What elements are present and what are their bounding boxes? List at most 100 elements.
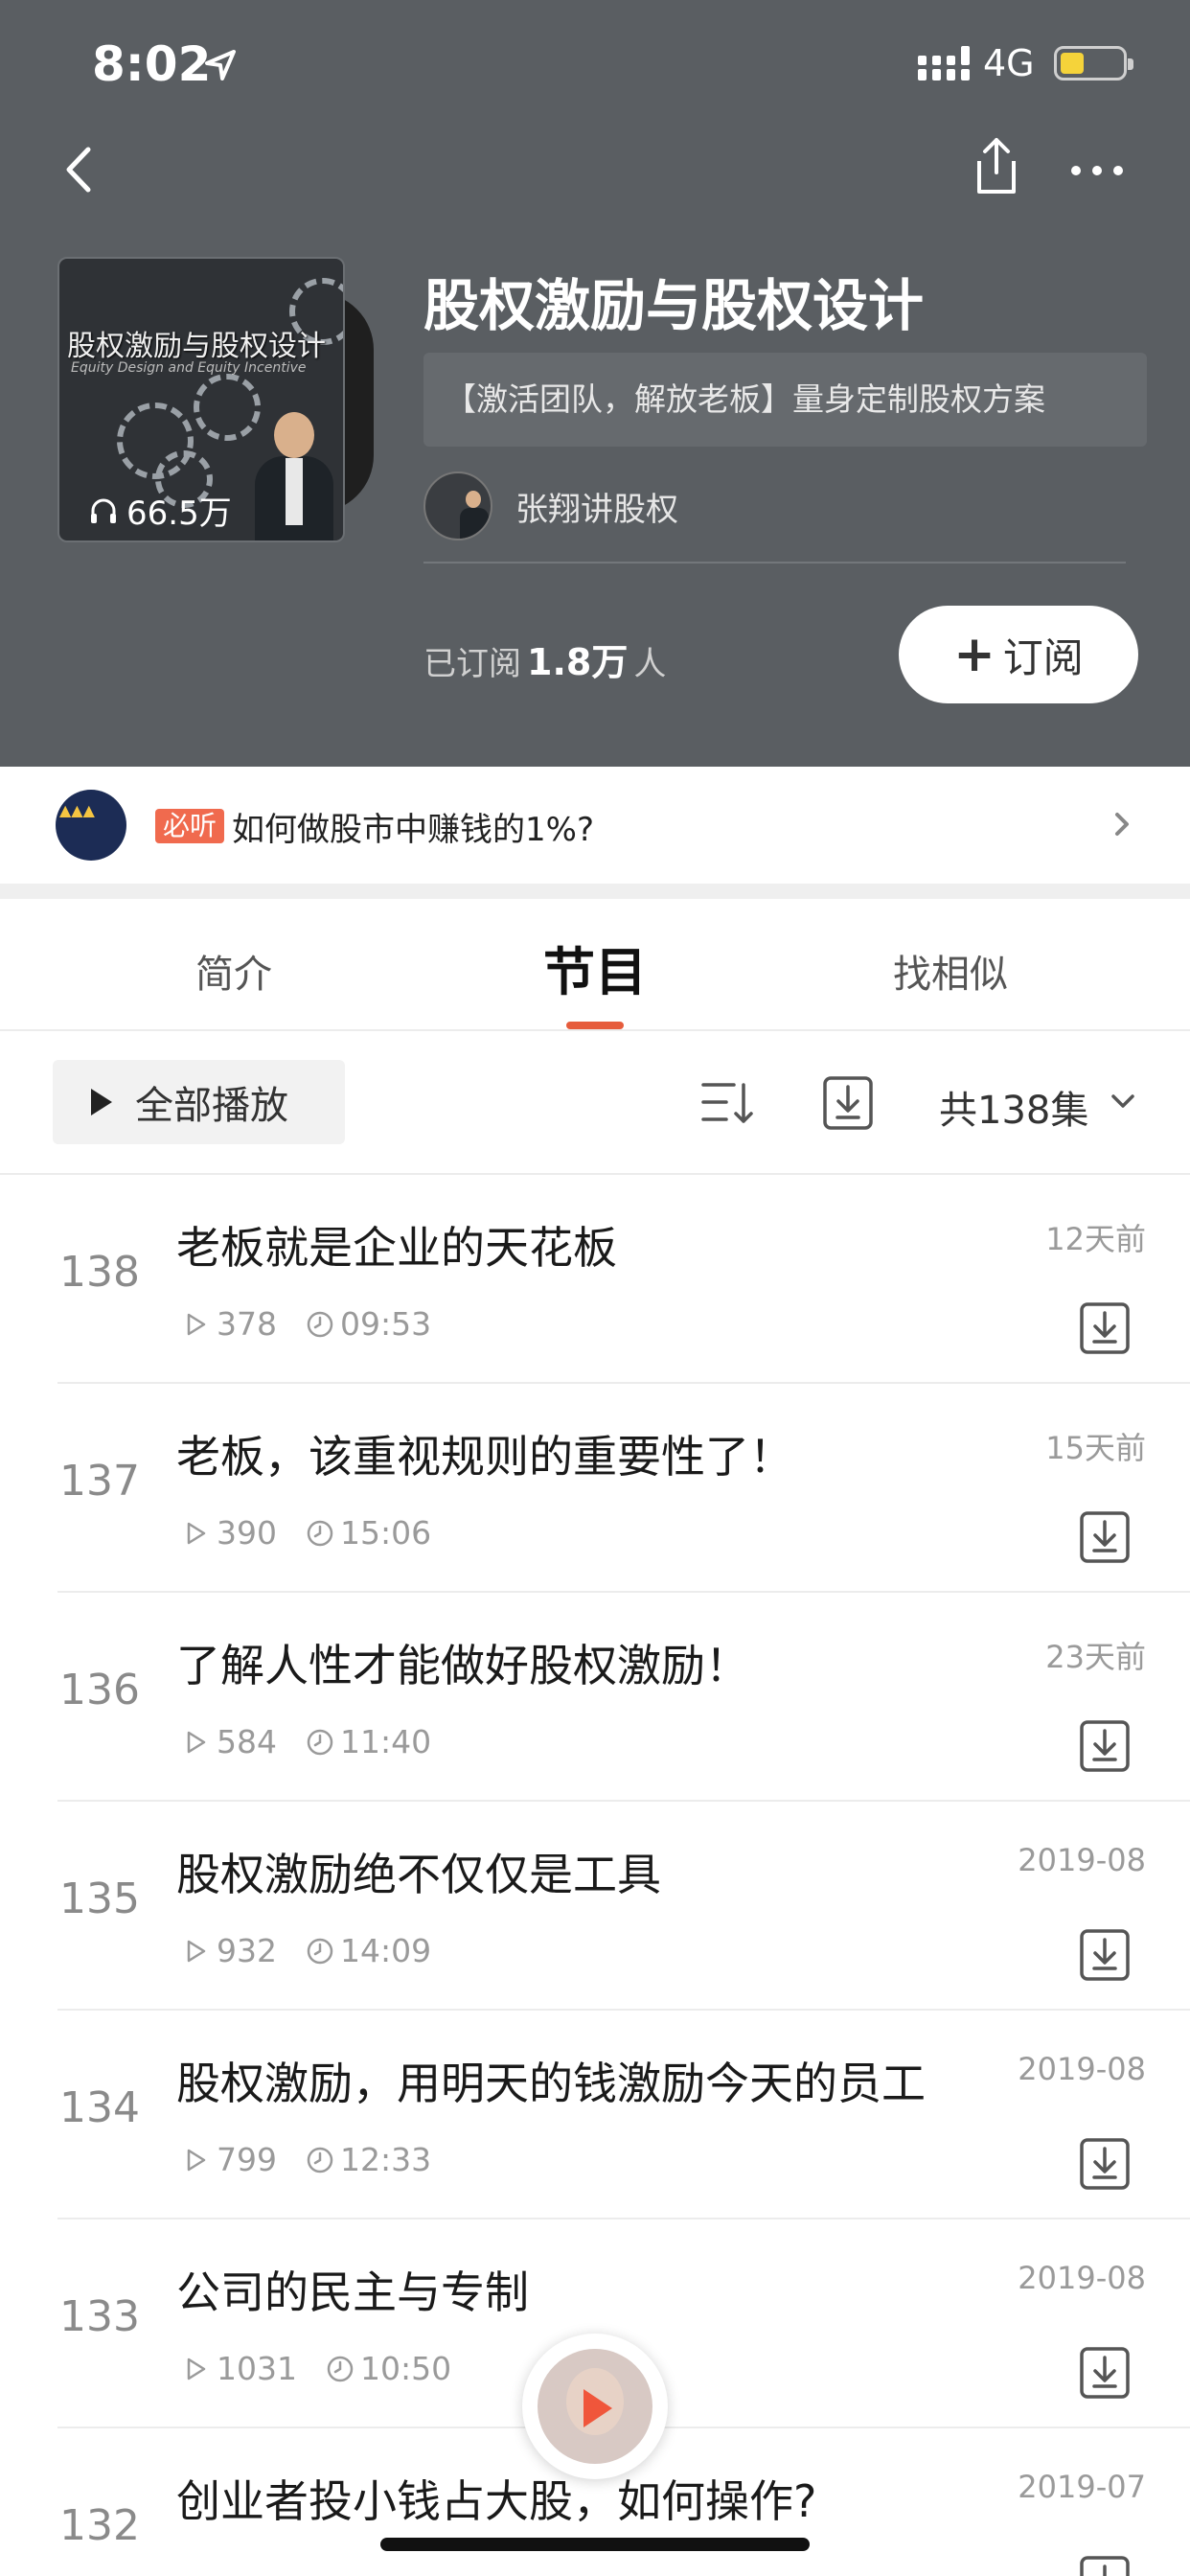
episode-date: 2019-07 xyxy=(1018,2469,1146,2505)
subscriber-suffix: 人 xyxy=(633,645,667,683)
status-time: 8:02 xyxy=(92,36,212,92)
episode-meta: 584 11:40 xyxy=(186,1723,431,1760)
promo-text: 如何做股市中赚钱的1%? xyxy=(232,811,594,849)
list-item[interactable]: 137 老板，该重视规则的重要性了！ 15天前 390 15:06 xyxy=(0,1384,1190,1593)
episode-duration: 12:33 xyxy=(340,2141,432,2178)
episode-meta: 932 14:09 xyxy=(186,1932,431,1969)
cover-title: 股权激励与股权设计 xyxy=(67,330,326,363)
episode-date: 2019-08 xyxy=(1018,2051,1146,2087)
download-icon[interactable] xyxy=(1079,2555,1131,2576)
episode-number: 132 xyxy=(59,2501,140,2550)
episode-date: 23天前 xyxy=(1045,1639,1146,1675)
sort-icon[interactable] xyxy=(699,1079,755,1127)
more-icon[interactable] xyxy=(1068,163,1126,178)
play-count: 66.5万 xyxy=(88,487,232,534)
speaker-photo xyxy=(251,412,337,540)
episode-plays: 1031 xyxy=(217,2350,297,2387)
episode-duration: 10:50 xyxy=(359,2350,452,2387)
battery-icon xyxy=(1054,46,1133,80)
chevron-down-icon[interactable] xyxy=(1110,1092,1136,1112)
album-header: 8:02 4G 股权激励与股权设计 Equity Design and Equi… xyxy=(0,0,1190,767)
album-title: 股权激励与股权设计 xyxy=(423,273,925,338)
author-name[interactable]: 张翔讲股权 xyxy=(515,483,678,530)
subscriber-prefix: 已订阅 xyxy=(423,645,521,683)
episode-count[interactable]: 共138集 xyxy=(939,1079,1088,1135)
download-icon[interactable] xyxy=(1079,2346,1131,2400)
episode-title[interactable]: 公司的民主与专制 xyxy=(176,2258,529,2321)
episode-title[interactable]: 了解人性才能做好股权激励！ xyxy=(176,1631,749,1694)
episode-number: 134 xyxy=(59,2083,140,2132)
chevron-right-icon xyxy=(1115,813,1129,836)
clock-icon xyxy=(307,1311,333,1337)
status-bar: 8:02 4G xyxy=(0,0,1190,129)
episode-number: 138 xyxy=(59,1248,140,1297)
download-icon[interactable] xyxy=(822,1075,874,1131)
tab-intro[interactable]: 简介 xyxy=(195,943,272,999)
signal-icon xyxy=(918,46,970,80)
album-cover[interactable]: 股权激励与股权设计 Equity Design and Equity Incen… xyxy=(57,257,345,542)
episode-title[interactable]: 股权激励，用明天的钱激励今天的员工 xyxy=(176,2049,926,2112)
episode-title[interactable]: 股权激励绝不仅仅是工具 xyxy=(176,1840,661,1903)
download-icon[interactable] xyxy=(1079,2137,1131,2191)
episode-duration: 14:09 xyxy=(340,1932,432,1969)
subscribe-button[interactable]: + 订阅 xyxy=(899,606,1138,703)
clock-icon xyxy=(307,1938,333,1964)
clock-icon xyxy=(307,2147,333,2173)
download-icon[interactable] xyxy=(1079,1301,1131,1355)
tab-episodes[interactable]: 节目 xyxy=(543,930,647,1005)
divider xyxy=(423,562,1126,564)
episode-meta: 390 15:06 xyxy=(186,1514,431,1552)
tab-similar[interactable]: 找相似 xyxy=(893,943,1008,999)
network-type: 4G xyxy=(983,42,1035,84)
home-indicator[interactable] xyxy=(380,2538,810,2551)
play-count-icon xyxy=(187,1940,206,1962)
mini-player-button[interactable] xyxy=(522,2334,668,2479)
subscriber-number: 1.8万 xyxy=(527,641,629,683)
episode-duration: 15:06 xyxy=(340,1514,432,1552)
episode-number: 137 xyxy=(59,1457,140,1506)
episode-title[interactable]: 创业者投小钱占大股，如何操作? xyxy=(176,2467,816,2530)
list-item[interactable]: 138 老板就是企业的天花板 12天前 378 09:53 xyxy=(0,1175,1190,1384)
episode-plays: 584 xyxy=(217,1723,277,1760)
download-icon[interactable] xyxy=(1079,1719,1131,1773)
play-icon xyxy=(91,1089,112,1116)
promo-avatar: ▲▲▲ xyxy=(56,790,126,861)
subscribe-label: 订阅 xyxy=(1002,633,1084,681)
album-tagline: 【激活团队，解放老板】量身定制股权方案 xyxy=(423,353,1147,447)
play-all-label: 全部播放 xyxy=(135,1084,288,1128)
play-count-icon xyxy=(187,2358,206,2380)
subscriber-count: 已订阅 1.8万人 xyxy=(423,632,666,685)
list-item[interactable]: 134 股权激励，用明天的钱激励今天的员工 2019-08 799 12:33 xyxy=(0,2011,1190,2220)
avatar[interactable] xyxy=(423,472,492,540)
play-count-icon xyxy=(187,1522,206,1544)
episode-plays: 932 xyxy=(217,1932,277,1969)
share-icon[interactable] xyxy=(968,134,1025,197)
headphone-icon xyxy=(91,498,116,523)
download-icon[interactable] xyxy=(1079,1928,1131,1982)
episode-number: 136 xyxy=(59,1666,140,1714)
cover-subtitle: Equity Design and Equity Incentive xyxy=(71,360,307,376)
episode-duration: 09:53 xyxy=(340,1305,432,1343)
episode-duration: 11:40 xyxy=(340,1723,432,1760)
download-icon[interactable] xyxy=(1079,1510,1131,1564)
episode-meta: 799 12:33 xyxy=(186,2141,431,2178)
play-icon xyxy=(584,2389,612,2427)
back-icon[interactable] xyxy=(56,136,103,203)
episode-meta: 1031 10:50 xyxy=(186,2350,451,2387)
episode-number: 135 xyxy=(59,1874,140,1923)
list-item[interactable]: 136 了解人性才能做好股权激励！ 23天前 584 11:40 xyxy=(0,1593,1190,1802)
episode-plays: 390 xyxy=(217,1514,277,1552)
episode-meta: 378 09:53 xyxy=(186,1305,431,1343)
promo-banner[interactable]: ▲▲▲ 必听 如何做股市中赚钱的1%? xyxy=(0,767,1190,884)
episode-date: 12天前 xyxy=(1045,1221,1146,1257)
episode-title[interactable]: 老板就是企业的天花板 xyxy=(176,1213,617,1276)
play-count-icon xyxy=(187,2149,206,2171)
list-item[interactable]: 135 股权激励绝不仅仅是工具 2019-08 932 14:09 xyxy=(0,1802,1190,2011)
tab-bar: 简介 节目 找相似 xyxy=(0,899,1190,1031)
author-row[interactable]: 张翔讲股权 xyxy=(423,472,678,540)
episode-title[interactable]: 老板，该重视规则的重要性了！ xyxy=(176,1422,793,1485)
play-count-icon xyxy=(187,1313,206,1335)
episode-date: 2019-08 xyxy=(1018,2260,1146,2296)
play-all-button[interactable]: 全部播放 xyxy=(53,1060,345,1144)
location-arrow-icon xyxy=(205,50,236,80)
